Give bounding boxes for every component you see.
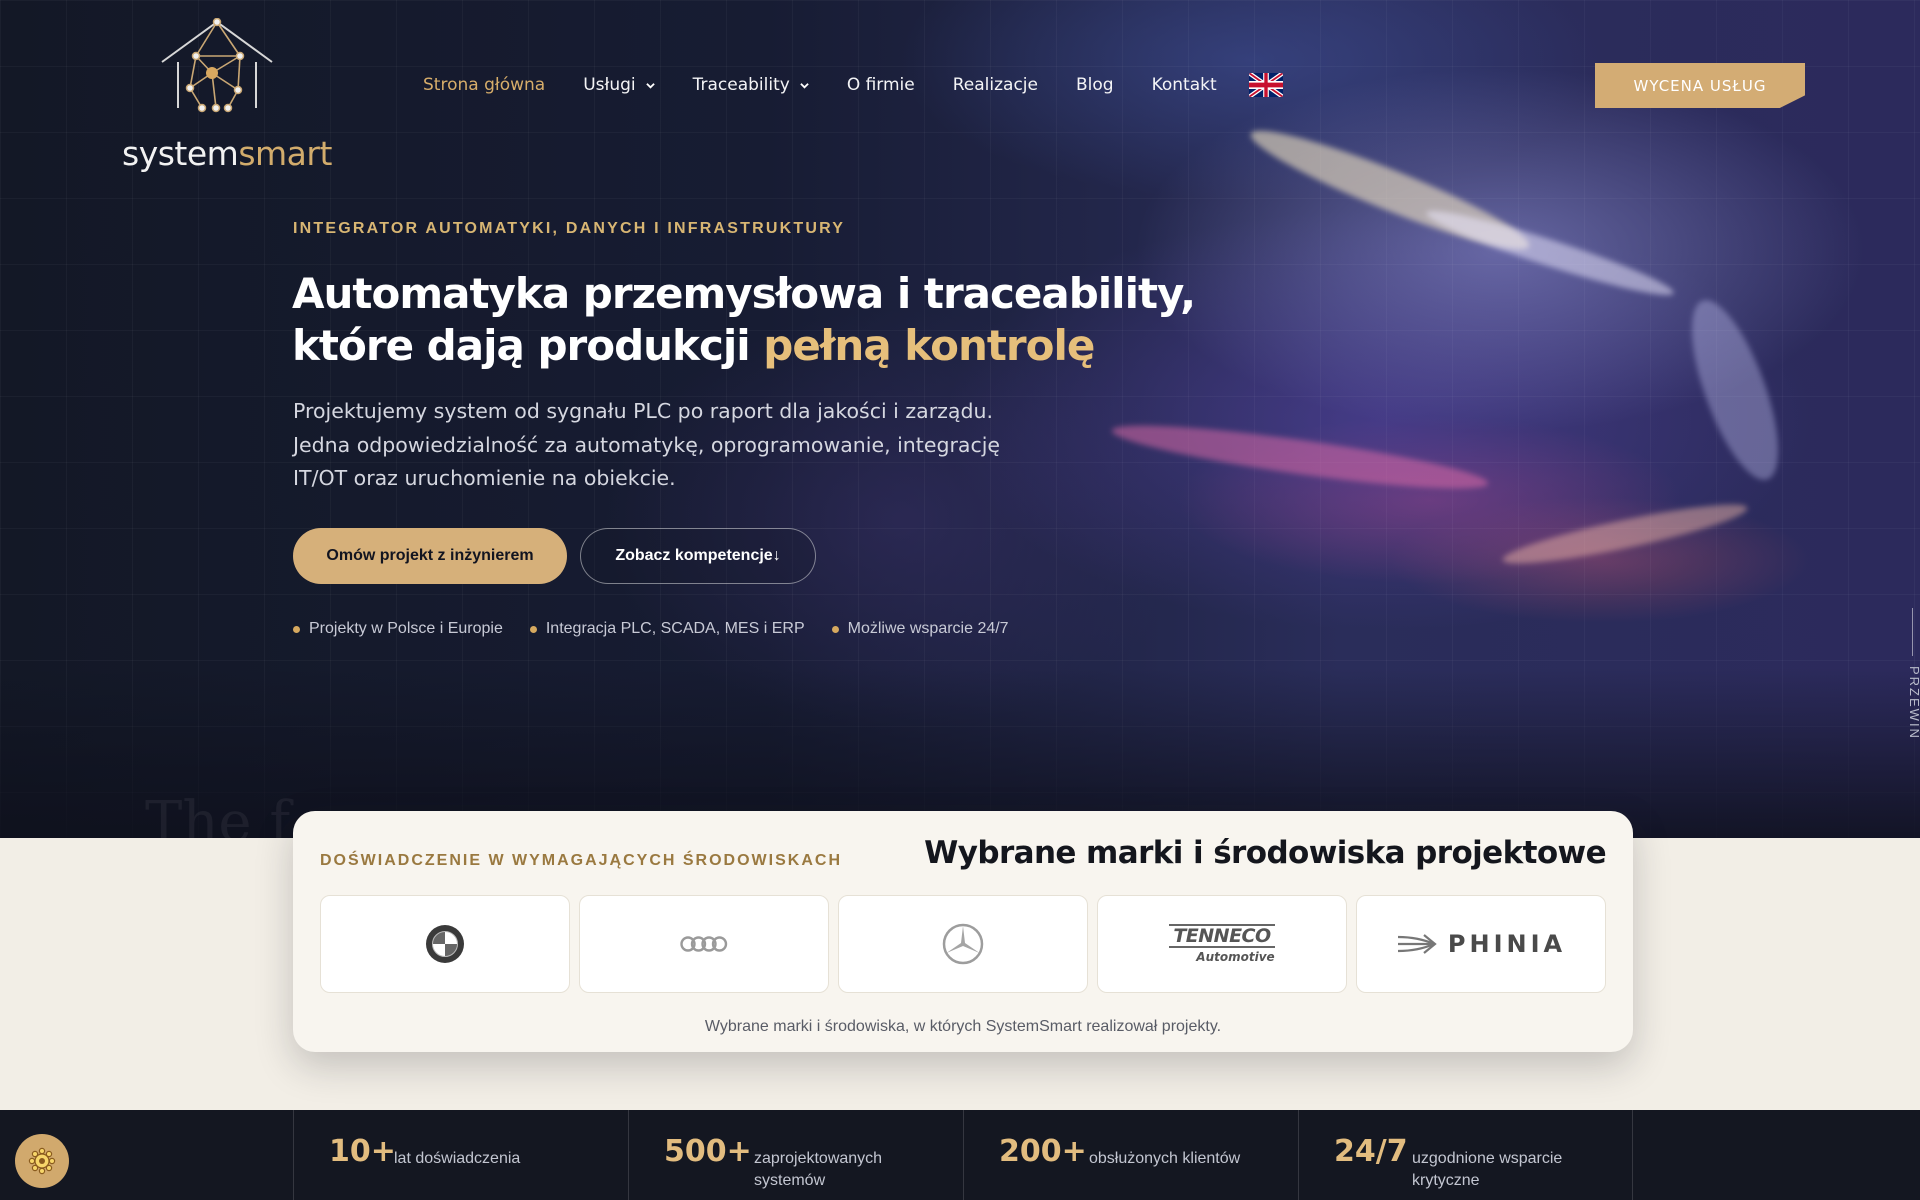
logo-wordmark: systemsmart <box>122 134 332 173</box>
nav-item-traceability[interactable]: Traceability <box>693 75 809 95</box>
brand-logo-row: TENNECO Automotive PHINIA <box>320 895 1606 993</box>
brand-tile-mercedes <box>838 895 1088 993</box>
stat-label: uzgodnione wsparcie krytyczne <box>1412 1150 1563 1189</box>
hero-headline-accent: pełną kontrolę <box>763 321 1095 370</box>
stat-item: 200+ obsłużonych klientów <box>963 1110 1298 1200</box>
nav-item-about[interactable]: O firmie <box>847 75 915 95</box>
bullet-dot-icon <box>831 625 839 633</box>
hero-bullets: Projekty w Polsce i Europie Integracja P… <box>293 620 1036 638</box>
brand-tile-audi <box>579 895 829 993</box>
site-logo[interactable]: systemsmart <box>122 18 332 173</box>
cookie-icon <box>28 1147 56 1175</box>
brands-title: Wybrane marki i środowiska projektowe <box>924 835 1606 871</box>
uk-flag-icon[interactable] <box>1248 73 1283 97</box>
cookie-settings-button[interactable] <box>15 1134 69 1188</box>
hero-section: The f... systemsmart Strona główna Usług… <box>0 0 1920 838</box>
quote-button[interactable]: WYCENA USŁUG <box>1595 63 1805 108</box>
nav-item-contact[interactable]: Kontakt <box>1152 75 1217 95</box>
stat-label: zaprojektowanych systemów <box>754 1150 883 1189</box>
arrow-down-icon: ↓ <box>772 547 781 564</box>
brands-card: DOŚWIADCZENIE W WYMAGAJĄCYCH ŚRODOWISKAC… <box>293 811 1633 1052</box>
brand-tile-phinia: PHINIA <box>1356 895 1606 993</box>
stat-value: 200+ <box>999 1134 1087 1169</box>
nav-item-services[interactable]: Usługi <box>583 75 655 95</box>
hero-bullet: Integracja PLC, SCADA, MES i ERP <box>529 620 805 638</box>
bullet-dot-icon <box>529 625 537 633</box>
stat-label: lat doświadczenia <box>394 1150 521 1167</box>
stats-bar: 10+ lat doświadczenia 500+ zaprojektowan… <box>0 1110 1920 1200</box>
stat-item: 500+ zaprojektowanych systemów <box>628 1110 963 1200</box>
network-house-icon <box>161 18 273 113</box>
bullet-dot-icon <box>293 625 300 633</box>
phinia-arrow-icon <box>1397 934 1437 954</box>
stat-value: 500+ <box>664 1134 752 1169</box>
stat-item: 24/7 uzgodnione wsparcie krytyczne <box>1298 1110 1633 1200</box>
hero-bullet: Projekty w Polsce i Europie <box>293 620 503 638</box>
chevron-down-icon <box>800 81 809 90</box>
brands-eyebrow: DOŚWIADCZENIE W WYMAGAJĄCYCH ŚRODOWISKAC… <box>320 852 842 869</box>
brand-tile-tenneco: TENNECO Automotive <box>1097 895 1347 993</box>
brand-tile-bmw <box>320 895 570 993</box>
hero-lead: Projektujemy system od sygnału PLC po ra… <box>293 399 1001 490</box>
bmw-logo <box>426 925 464 963</box>
main-nav: Strona główna Usługi Traceability O firm… <box>423 70 1283 100</box>
hero-headline: Automatyka przemysłowa i traceability, k… <box>292 269 1196 370</box>
hero-eyebrow: INTEGRATOR AUTOMATYKI, DANYCH I INFRASTR… <box>293 220 846 237</box>
audi-logo <box>680 936 728 952</box>
tenneco-logo: TENNECO Automotive <box>1169 924 1275 964</box>
chevron-down-icon <box>645 81 655 90</box>
scroll-line <box>1912 608 1913 656</box>
hero-bullet: Możliwe wsparcie 24/7 <box>831 620 1009 638</box>
scroll-label: PRZEWIŃ <box>1907 666 1920 740</box>
phinia-logo: PHINIA <box>1396 929 1566 959</box>
brands-caption: Wybrane marki i środowiska, w których Sy… <box>704 1018 1222 1035</box>
stat-item: 10+ lat doświadczenia <box>293 1110 628 1200</box>
stat-label: obsłużonych klientów <box>1089 1150 1241 1167</box>
nav-item-projects[interactable]: Realizacje <box>953 75 1038 95</box>
mercedes-logo <box>942 923 984 965</box>
nav-item-home[interactable]: Strona główna <box>423 75 545 95</box>
see-competences-button[interactable]: Zobacz kompetencje ↓ <box>580 528 816 584</box>
discuss-project-button[interactable]: Omów projekt z inżynierem <box>293 528 567 584</box>
stat-value: 24/7 <box>1334 1134 1408 1169</box>
nav-item-blog[interactable]: Blog <box>1076 75 1114 95</box>
scroll-indicator[interactable]: PRZEWIŃ <box>1907 608 1920 758</box>
stat-value: 10+ <box>329 1134 396 1169</box>
